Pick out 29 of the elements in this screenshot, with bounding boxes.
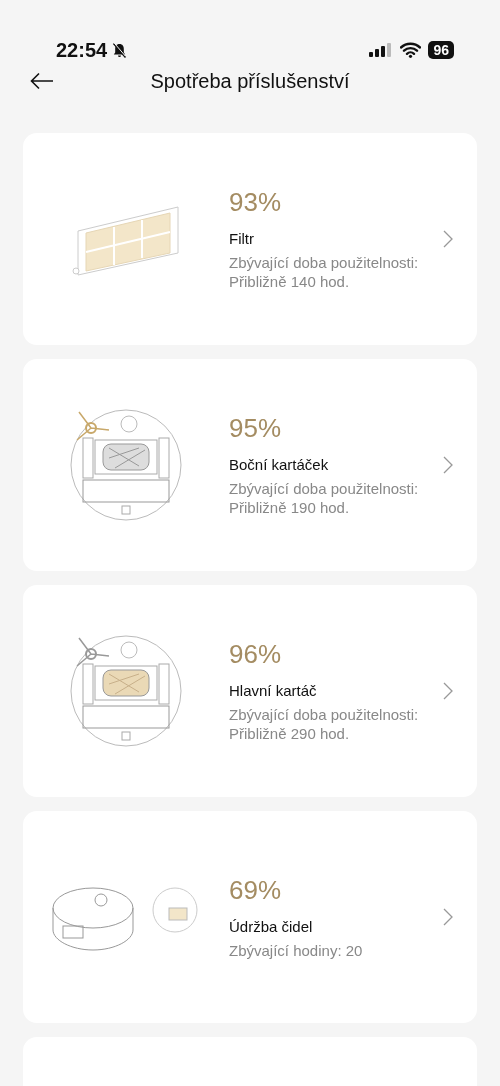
chevron-right-icon xyxy=(443,456,453,474)
muted-bell-icon xyxy=(111,41,129,59)
remaining-time: Zbývající doba použitelnosti: xyxy=(229,253,420,272)
remaining-percentage: 93% xyxy=(229,187,283,218)
remaining-percentage: 69% xyxy=(229,874,283,906)
remaining-time: Zbývající hodiny: 20 xyxy=(229,940,364,960)
accessory-name: Hlavní kartáč xyxy=(229,682,318,699)
accessory-card[interactable]: 93% Filtr Zbývající doba použitelnosti: Přibližně 140 hod. xyxy=(23,133,477,345)
remaining-time: Přibližně 290 hod. xyxy=(229,724,351,743)
remaining-time: Zbývající doba použitelnosti: xyxy=(229,705,420,724)
chevron-right-icon xyxy=(443,230,453,248)
accessory-name: Filtr xyxy=(229,230,255,247)
remaining-percentage: 96% xyxy=(229,639,283,670)
accessory-name: Údržba čidel xyxy=(229,917,314,935)
chevron-right-icon xyxy=(443,908,453,926)
remaining-time: Přibližně 140 hod. xyxy=(229,272,351,291)
accessory-card[interactable]: 69% Údržba čidel Zbývající hodiny: 20 xyxy=(23,811,477,1023)
signal-icon xyxy=(369,42,394,58)
accessory-name: Boční kartáček xyxy=(229,456,330,473)
status-time: 22:54 xyxy=(56,38,108,62)
remaining-percentage: 95% xyxy=(229,413,283,444)
page-title: Spotřeba příslušenství xyxy=(149,69,351,93)
accessory-card[interactable]: 96% Hlavní kartáč Zbývající doba použitelnosti: Přibližně 290 hod. xyxy=(23,585,477,797)
remaining-time: Přibližně 190 hod. xyxy=(229,498,351,517)
chevron-right-icon xyxy=(443,682,453,700)
wifi-icon xyxy=(400,42,422,58)
remaining-time: Zbývající doba použitelnosti: xyxy=(229,479,420,498)
battery-level: 96 xyxy=(428,41,454,59)
accessory-card[interactable]: 95% Boční kartáček Zbývající doba použitelnosti: Přibližně 190 hod. xyxy=(23,359,477,571)
